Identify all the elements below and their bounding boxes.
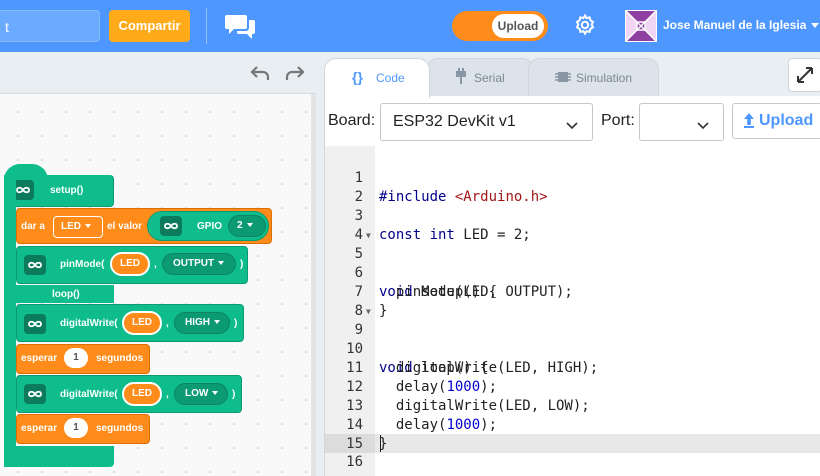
expand-icon[interactable]: [788, 58, 820, 92]
code-line[interactable]: 7 }: [325, 264, 820, 319]
wait-prefix-label: esperar: [21, 423, 58, 434]
infinity-icon: [160, 216, 182, 236]
comma-label: ,: [154, 259, 157, 270]
gpio-dropdown[interactable]: 2: [228, 215, 266, 237]
redo-icon[interactable]: [283, 62, 307, 86]
code-line[interactable]: 14 }: [325, 397, 820, 452]
project-name-input[interactable]: t: [0, 10, 100, 42]
pinmode-pin-reporter[interactable]: LED: [110, 252, 150, 276]
loop-footer: [4, 446, 114, 467]
digitalwrite-state-dropdown[interactable]: HIGH: [174, 312, 230, 334]
tab-serial[interactable]: Serial: [426, 58, 534, 96]
tab-code-label: Code: [376, 71, 405, 85]
fold-arrow-icon[interactable]: ▼: [366, 302, 371, 321]
user-name[interactable]: Jose Manuel de la Iglesia: [663, 18, 806, 32]
undo-icon[interactable]: [248, 62, 272, 86]
board-label: Board:: [328, 112, 376, 129]
text-cursor: [380, 435, 381, 452]
port-label: Port:: [601, 112, 635, 129]
loop-block[interactable]: [4, 175, 16, 467]
fold-arrow-icon[interactable]: ▼: [366, 226, 371, 245]
plug-icon: [454, 68, 468, 87]
code-line[interactable]: 3 const int LED = 2;: [325, 188, 820, 243]
line-number: 16: [346, 454, 363, 470]
code-braces-icon: {}: [352, 69, 363, 85]
tab-serial-label: Serial: [474, 71, 505, 85]
chevron-down-icon[interactable]: [811, 23, 819, 28]
chip-icon: [555, 70, 571, 87]
paren-close-label: ): [240, 259, 244, 270]
wait-suffix-label: segundos: [96, 423, 144, 434]
set-mid-label: el valor: [107, 221, 143, 232]
pinmode-label: pinMode(: [60, 259, 105, 270]
code-line[interactable]: 9 ▼ void loop() {: [325, 302, 820, 376]
loop-label: loop(): [52, 289, 80, 300]
chevron-down-icon: [246, 223, 253, 228]
comma-label: ,: [166, 318, 169, 329]
comma-label: ,: [166, 389, 169, 400]
gear-icon[interactable]: [573, 13, 597, 37]
digitalwrite-label: digitalWrite(: [60, 389, 118, 400]
tab-simulation[interactable]: Simulation: [528, 58, 659, 96]
wait-seconds-input[interactable]: 1: [64, 418, 88, 438]
set-prefix-label: dar a: [21, 221, 45, 232]
mode-toggle[interactable]: Upload: [452, 11, 548, 41]
code-line[interactable]: 15: [325, 416, 820, 452]
code-line[interactable]: 5 ▼ void setup() {: [325, 226, 820, 300]
code-line[interactable]: 6 pinMode(LED, OUTPUT);: [325, 245, 820, 300]
digitalwrite-pin-reporter[interactable]: LED: [122, 311, 162, 335]
infinity-icon: [24, 314, 46, 334]
avatar[interactable]: [625, 10, 657, 42]
code-line[interactable]: 1 #include <Arduino.h>: [325, 150, 820, 205]
wait-seconds-input[interactable]: 1: [64, 348, 88, 368]
variable-dropdown[interactable]: LED: [53, 216, 103, 238]
code-line[interactable]: 10 digitalWrite(LED, HIGH);: [325, 321, 820, 376]
chevron-down-icon: [566, 117, 578, 130]
port-select[interactable]: [639, 103, 724, 141]
wait-prefix-label: esperar: [21, 353, 58, 364]
paren-close-label: ): [232, 389, 236, 400]
chevron-down-icon: [218, 261, 225, 266]
paren-close-label: ): [234, 318, 238, 329]
board-select[interactable]: ESP32 DevKit v1: [380, 103, 593, 141]
code-line[interactable]: 16: [325, 434, 820, 470]
digitalwrite-state-dropdown[interactable]: LOW: [174, 383, 228, 405]
toolbar-divider: [206, 8, 207, 44]
code-line[interactable]: 13 delay(1000);: [325, 378, 820, 433]
tab-simulation-label: Simulation: [576, 71, 633, 85]
gpio-label: GPIO: [197, 221, 223, 232]
infinity-icon: [24, 255, 46, 275]
digitalwrite-pin-reporter[interactable]: LED: [122, 382, 162, 406]
setup-label: setup(): [50, 185, 84, 196]
share-button[interactable]: Compartir: [109, 10, 190, 42]
upload-arrow-icon: [743, 112, 755, 128]
pinmode-mode-dropdown[interactable]: OUTPUT: [162, 253, 236, 275]
chevron-down-icon: [697, 117, 709, 130]
chat-bubbles-icon[interactable]: [224, 12, 258, 40]
infinity-icon: [24, 384, 46, 404]
digitalwrite-label: digitalWrite(: [60, 318, 118, 329]
tab-code[interactable]: {} Code: [324, 58, 430, 98]
code-line[interactable]: 12 digitalWrite(LED, LOW);: [325, 359, 820, 414]
chevron-down-icon: [214, 320, 220, 325]
code-line[interactable]: 8: [325, 283, 820, 319]
wait-suffix-label: segundos: [96, 353, 144, 364]
mode-toggle-label: Upload: [492, 14, 544, 38]
code-line[interactable]: 4: [325, 207, 820, 243]
code-line[interactable]: 2: [325, 169, 820, 205]
chevron-down-icon: [212, 391, 219, 396]
chevron-down-icon: [85, 224, 91, 229]
code-line[interactable]: 11 delay(1000);: [325, 340, 820, 395]
